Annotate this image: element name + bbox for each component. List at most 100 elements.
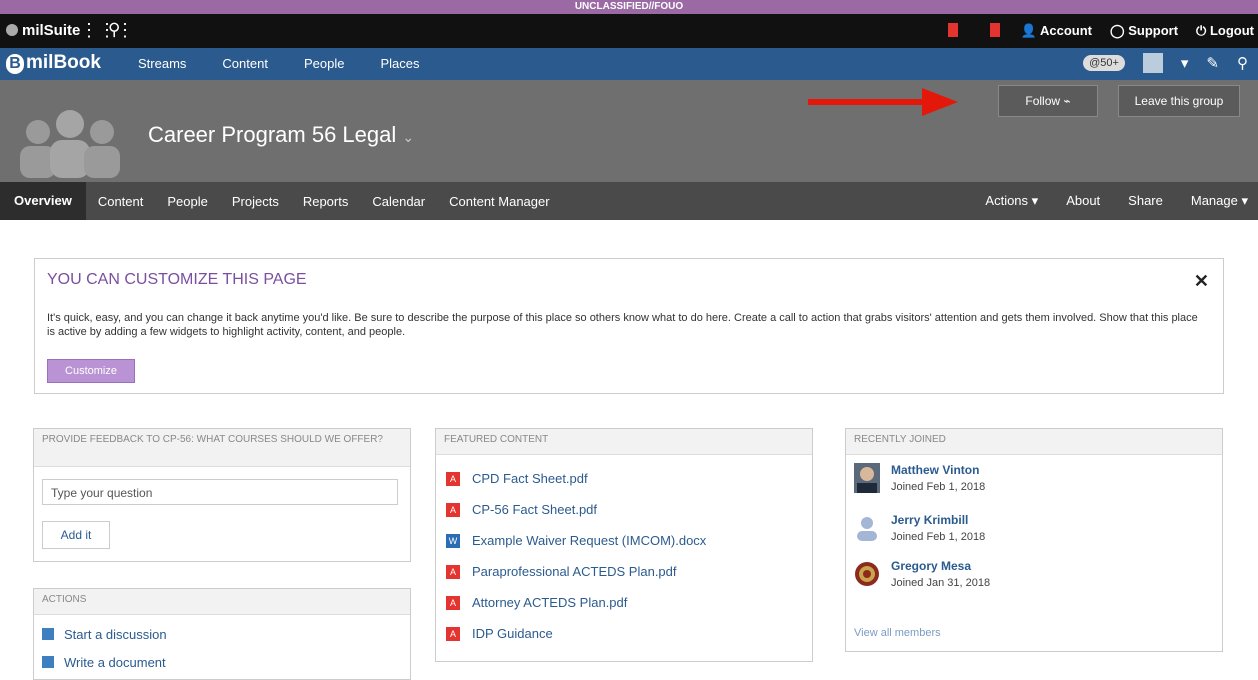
write-document-label: Write a document: [64, 655, 166, 670]
search-icon[interactable]: ⚲: [108, 20, 120, 40]
chevron-down-icon: ⌄: [402, 129, 415, 145]
featured-item-title: CP-56 Fact Sheet.pdf: [472, 502, 598, 517]
member-joined-date: Joined Jan 31, 2018: [891, 577, 991, 589]
featured-header: FEATURED CONTENT: [436, 429, 812, 455]
follow-button[interactable]: Follow ⌁: [998, 85, 1098, 117]
top-bar: milSuite ⋮⋮⋮ ⚲ 👤 Account ◯ Support ⏻ Log…: [0, 14, 1258, 48]
pdf-icon: A: [446, 471, 460, 486]
actions-widget: ACTIONS Start a discussion Write a docum…: [33, 588, 411, 680]
view-all-members-link[interactable]: View all members: [854, 627, 941, 639]
recently-joined-widget: RECENTLY JOINED Matthew Vinton Joined Fe…: [845, 428, 1223, 652]
customize-description: It's quick, easy, and you can change it …: [47, 312, 1198, 338]
featured-item-title: Paraprofessional ACTEDS Plan.pdf: [472, 564, 677, 579]
featured-item[interactable]: A Attorney ACTEDS Plan.pdf: [446, 587, 706, 618]
member-joined-date: Joined Feb 1, 2018: [891, 531, 986, 543]
about-link[interactable]: About: [1066, 193, 1100, 209]
notification-flag-icon[interactable]: [948, 23, 958, 37]
featured-item[interactable]: A Paraprofessional ACTEDS Plan.pdf: [446, 556, 706, 587]
customize-heading: YOU CAN CUSTOMIZE THIS PAGE: [47, 271, 307, 288]
tab-content-manager[interactable]: Content Manager: [437, 194, 561, 209]
milbook-icon: B: [6, 54, 24, 74]
word-doc-icon: W: [446, 533, 460, 548]
question-input[interactable]: Type your question: [42, 479, 398, 505]
featured-item-title: IDP Guidance: [472, 626, 553, 641]
bookmark-icon[interactable]: [990, 23, 1000, 37]
featured-item[interactable]: W Example Waiver Request (IMCOM).docx: [446, 525, 706, 556]
mentions-badge[interactable]: @50+: [1083, 55, 1125, 71]
tab-calendar[interactable]: Calendar: [360, 194, 437, 209]
start-discussion-label: Start a discussion: [64, 627, 167, 642]
nav-places[interactable]: Places: [380, 56, 419, 71]
support-icon: ◯: [1110, 23, 1125, 38]
brand-label: milSuite: [22, 22, 81, 39]
logout-label: Logout: [1209, 23, 1254, 38]
default-avatar-icon[interactable]: [854, 513, 880, 543]
share-link[interactable]: Share: [1128, 193, 1163, 209]
group-title-text: Career Program 56 Legal: [148, 122, 397, 147]
tab-overview[interactable]: Overview: [0, 182, 86, 220]
classification-banner: UNCLASSIFIED//FOUO: [0, 0, 1258, 14]
support-link[interactable]: ◯ Support: [1110, 23, 1178, 39]
nav-content[interactable]: Content: [222, 56, 268, 71]
pdf-icon: A: [446, 564, 460, 579]
actions-header: ACTIONS: [34, 589, 410, 615]
pencil-icon[interactable]: ✎: [1206, 54, 1219, 72]
featured-item-title: CPD Fact Sheet.pdf: [472, 471, 588, 486]
member-joined-date: Joined Feb 1, 2018: [891, 481, 986, 493]
joined-header: RECENTLY JOINED: [846, 429, 1222, 455]
group-header: Career Program 56 Legal ⌄ Follow ⌁ Leave…: [0, 80, 1258, 182]
red-arrow-annotation: [808, 88, 958, 116]
featured-item[interactable]: A IDP Guidance: [446, 618, 706, 649]
milsuite-logo[interactable]: milSuite: [6, 22, 80, 39]
tab-reports[interactable]: Reports: [291, 194, 361, 209]
user-avatar[interactable]: [1142, 53, 1163, 73]
nav-people[interactable]: People: [304, 56, 344, 71]
power-icon: ⏻: [1196, 23, 1207, 38]
group-title[interactable]: Career Program 56 Legal ⌄: [148, 122, 414, 148]
milbook-logo[interactable]: BmilBook: [6, 52, 101, 74]
pdf-icon: A: [446, 502, 460, 517]
group-avatar-icon: [20, 110, 120, 178]
write-document-link[interactable]: Write a document: [42, 655, 166, 670]
member-emblem-icon[interactable]: [854, 559, 880, 589]
member-name[interactable]: Jerry Krimbill: [891, 513, 968, 527]
add-it-button[interactable]: Add it: [42, 521, 110, 549]
account-label: Account: [1040, 23, 1093, 38]
featured-item[interactable]: A CP-56 Fact Sheet.pdf: [446, 494, 706, 525]
featured-item-title: Example Waiver Request (IMCOM).docx: [472, 533, 707, 548]
activity-icon: ⌁: [1063, 94, 1071, 108]
main-nav: BmilBook Streams Content People Places @…: [0, 48, 1258, 80]
nav-streams[interactable]: Streams: [138, 56, 186, 71]
feedback-widget: PROVIDE FEEDBACK TO CP-56: WHAT COURSES …: [33, 428, 411, 562]
tab-projects[interactable]: Projects: [220, 194, 291, 209]
discussion-icon: [42, 628, 54, 640]
support-label: Support: [1128, 23, 1179, 38]
leave-group-button[interactable]: Leave this group: [1118, 85, 1240, 117]
manage-menu[interactable]: Manage ▾: [1191, 193, 1248, 209]
account-link[interactable]: 👤 Account: [1021, 23, 1092, 39]
user-icon: 👤: [1020, 23, 1037, 38]
app-grid-icon[interactable]: ⋮⋮⋮: [80, 20, 134, 41]
follow-label: Follow: [1025, 94, 1061, 108]
chevron-down-icon[interactable]: ▾: [1181, 54, 1189, 72]
tab-people[interactable]: People: [155, 194, 219, 209]
pdf-icon: A: [446, 595, 460, 610]
feedback-header: PROVIDE FEEDBACK TO CP-56: WHAT COURSES …: [34, 429, 410, 467]
member-name[interactable]: Gregory Mesa: [891, 559, 971, 573]
tab-content[interactable]: Content: [86, 194, 156, 209]
milsuite-icon: [6, 24, 18, 36]
customize-button[interactable]: Customize: [47, 359, 135, 383]
start-discussion-link[interactable]: Start a discussion: [42, 627, 167, 642]
close-icon[interactable]: ✕: [1194, 271, 1209, 292]
actions-menu[interactable]: Actions ▾: [985, 193, 1038, 209]
featured-content-widget: FEATURED CONTENT A CPD Fact Sheet.pdf A CP…: [435, 428, 813, 662]
milbook-label: milBook: [26, 52, 101, 73]
member-photo[interactable]: [854, 463, 880, 493]
member-name[interactable]: Matthew Vinton: [891, 463, 979, 477]
place-subnav: Overview Content People Projects Reports…: [0, 182, 1258, 220]
document-icon: [42, 656, 54, 668]
pdf-icon: A: [446, 626, 460, 641]
logout-link[interactable]: ⏻ Logout: [1196, 23, 1254, 39]
featured-item[interactable]: A CPD Fact Sheet.pdf: [446, 463, 706, 494]
nav-search-icon[interactable]: ⚲: [1237, 54, 1248, 72]
